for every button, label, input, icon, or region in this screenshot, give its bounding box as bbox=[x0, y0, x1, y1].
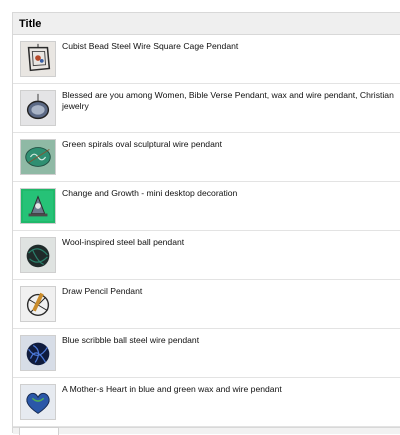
steel-ball-pendant-image[interactable] bbox=[20, 237, 56, 273]
product-table: Title Cubist Bead Steel Wire Square Cage… bbox=[12, 12, 400, 435]
row-title[interactable]: Change and Growth - mini desktop decorat… bbox=[62, 188, 394, 199]
desktop-decoration-image[interactable] bbox=[20, 188, 56, 224]
pencil-pendant-image[interactable] bbox=[20, 286, 56, 322]
row-title[interactable]: A Mother-s Heart in blue and green wax a… bbox=[62, 384, 394, 395]
table-row[interactable]: Blue scribble ball steel wire pendant bbox=[13, 329, 400, 378]
row-title[interactable]: Cubist Bead Steel Wire Square Cage Penda… bbox=[62, 41, 394, 52]
cage-pendant-image[interactable] bbox=[20, 41, 56, 77]
oval-pendant-image[interactable] bbox=[20, 90, 56, 126]
table-row[interactable]: Change and Growth - mini desktop decorat… bbox=[13, 182, 400, 231]
table-row[interactable]: Blessed are you among Women, Bible Verse… bbox=[13, 84, 400, 133]
row-title[interactable]: Draw Pencil Pendant bbox=[62, 286, 394, 297]
table-row[interactable]: A Mother-s Heart in blue and green wax a… bbox=[13, 378, 400, 427]
row-title[interactable]: Wool-inspired steel ball pendant bbox=[62, 237, 394, 248]
column-header-label: Title bbox=[19, 17, 42, 30]
row-title[interactable]: Blue scribble ball steel wire pendant bbox=[62, 335, 394, 346]
footer-tab[interactable] bbox=[19, 427, 59, 435]
table-row[interactable]: Green spirals oval sculptural wire penda… bbox=[13, 133, 400, 182]
row-title[interactable]: Blessed are you among Women, Bible Verse… bbox=[62, 90, 394, 111]
blue-scribble-pendant-image[interactable] bbox=[20, 335, 56, 371]
table-row[interactable]: Cubist Bead Steel Wire Square Cage Penda… bbox=[13, 35, 400, 84]
table-row[interactable]: Draw Pencil Pendant bbox=[13, 280, 400, 329]
heart-pendant-image[interactable] bbox=[20, 384, 56, 420]
table-row[interactable]: Wool-inspired steel ball pendant bbox=[13, 231, 400, 280]
column-header-title[interactable]: Title bbox=[13, 13, 400, 35]
row-title[interactable]: Green spirals oval sculptural wire penda… bbox=[62, 139, 394, 150]
green-spiral-pendant-image[interactable] bbox=[20, 139, 56, 175]
